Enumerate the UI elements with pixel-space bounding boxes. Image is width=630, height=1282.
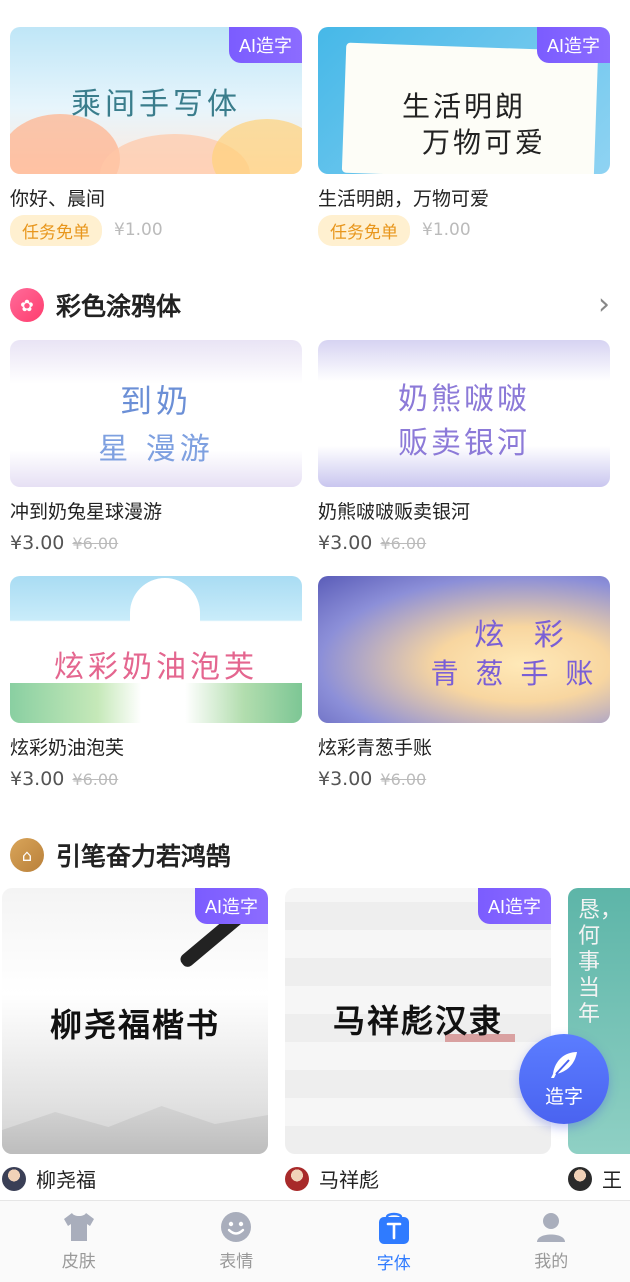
font-preview-text: 恳，何事当年 [578,898,623,1027]
task-free-badge: 任务免单 [318,214,410,246]
ai-tag: AI造字 [194,888,268,924]
font-card[interactable]: 炫 彩 青 葱 手 账 炫彩青葱手账 ¥3.00 ¥6.00 [318,576,610,793]
font-preview: 炫彩奶油泡芙 [10,576,302,723]
section-header-colorful[interactable]: ✿ 彩色涂鸦体 › [10,288,610,322]
author-name: 王 [602,1168,622,1192]
tab-label: 我的 [534,1252,569,1272]
price: ¥3.00 [10,768,65,790]
price: ¥3.00 [10,532,65,554]
font-card[interactable]: 奶熊啵啵 贩卖银河 奶熊啵啵贩卖银河 ¥3.00 ¥6.00 [318,340,610,557]
top-font-grid: 乘间手写体 AI造字 你好、晨间 任务免单 ¥1.00 生活明朗 万物可爱 AI… [10,27,610,246]
feather-icon [551,1051,577,1078]
font-card-bright-life[interactable]: 生活明朗 万物可爱 AI造字 生活明朗，万物可爱 任务免单 ¥1.00 [318,27,610,246]
font-preview-text: 生活明朗 [401,90,526,123]
temple-icon: ⌂ [10,838,44,872]
font-preview: 马祥彪汉隶 AI造字 [285,888,551,1154]
font-preview-text: 柳尧福楷书 [49,1006,220,1044]
section-header-brush[interactable]: ⌂ 引笔奋力若鸿鹄 [10,838,610,872]
chevron-right-icon[interactable]: › [598,290,610,320]
tab-mine[interactable]: 我的 [473,1201,630,1282]
font-preview: 到奶 星 漫游 [10,340,302,487]
author-name: 马祥彪 [319,1168,379,1192]
font-preview-text: 星 漫游 [98,432,214,467]
font-card[interactable]: 到奶 星 漫游 冲到奶兔星球漫游 ¥3.00 ¥6.00 [10,340,302,557]
tab-emoji[interactable]: 表情 [158,1201,316,1282]
avatar [2,1166,26,1191]
font-title: 炫彩奶油泡芙 [10,737,125,759]
font-preview: 炫 彩 青 葱 手 账 [318,576,610,723]
font-preview-text: 马祥彪汉隶 [332,1002,503,1040]
font-preview-text: 奶熊啵啵 [398,382,530,417]
font-title: 奶熊啵啵贩卖银河 [318,501,471,523]
font-card[interactable]: 炫彩奶油泡芙 炫彩奶油泡芙 ¥3.00 ¥6.00 [10,576,302,793]
brush-font-card[interactable]: 马祥彪汉隶 AI造字 马祥彪 [285,888,551,1193]
tab-label: 字体 [376,1254,411,1274]
font-title: 你好、晨间 [10,188,106,210]
tab-label: 皮肤 [61,1252,96,1272]
shirt-icon [63,1213,94,1241]
user-icon [537,1213,566,1242]
price: ¥3.00 [318,768,373,790]
price: ¥1.00 [422,220,471,240]
font-title: 炫彩青葱手账 [318,737,433,759]
font-title: 生活明朗，万物可爱 [318,188,490,210]
font-card-morning[interactable]: 乘间手写体 AI造字 你好、晨间 任务免单 ¥1.00 [10,27,302,246]
font-preview: 柳尧福楷书 AI造字 [2,888,268,1154]
original-price: ¥6.00 [72,769,119,789]
create-font-button[interactable]: 造字 [519,1034,609,1124]
font-preview-text: 万物可爱 [421,126,546,159]
price: ¥1.00 [114,220,163,240]
smiley-icon [221,1212,252,1242]
ai-tag: AI造字 [228,27,302,63]
font-preview: 奶熊啵啵 贩卖银河 [318,340,610,487]
font-preview-text: 贩卖银河 [398,426,530,461]
ai-tag: AI造字 [477,888,551,924]
font-preview-text: 炫彩奶油泡芙 [54,650,258,685]
font-title: 冲到奶兔星球漫游 [10,501,163,523]
fab-label: 造字 [544,1085,583,1108]
font-preview-text: 青 葱 手 账 [430,657,598,690]
avatar [568,1166,592,1191]
section-title: 彩色涂鸦体 [56,292,182,321]
tab-label: 表情 [219,1252,254,1272]
bottom-tab-bar: 皮肤 表情 字体 我的 [0,1200,630,1282]
font-preview-text: 到奶 [119,382,192,420]
price: ¥3.00 [318,532,373,554]
font-preview-text: 炫 彩 [474,618,574,653]
colorful-grid-row-2: 炫彩奶油泡芙 炫彩奶油泡芙 ¥3.00 ¥6.00 炫 彩 青 葱 手 账 炫彩… [10,576,610,793]
font-preview-bright-life: 生活明朗 万物可爱 AI造字 [318,27,610,174]
flower-icon: ✿ [10,288,44,322]
avatar [285,1166,309,1191]
section-title: 引笔奋力若鸿鹄 [56,842,232,871]
ai-tag: AI造字 [536,27,610,63]
colorful-grid-row-1: 到奶 星 漫游 冲到奶兔星球漫游 ¥3.00 ¥6.00 奶熊啵啵 贩卖银河 奶… [10,340,610,557]
task-free-badge: 任务免单 [10,214,102,246]
brush-font-card[interactable]: 柳尧福楷书 AI造字 柳尧福 [2,888,268,1193]
tab-skin[interactable]: 皮肤 [0,1201,158,1282]
original-price: ¥6.00 [72,533,119,553]
font-icon [378,1212,409,1244]
font-preview-text: 乘间手写体 [71,87,241,122]
original-price: ¥6.00 [380,769,427,789]
original-price: ¥6.00 [380,533,427,553]
font-preview-morning: 乘间手写体 AI造字 [10,27,302,174]
tab-font[interactable]: 字体 [315,1201,473,1282]
author-name: 柳尧福 [36,1168,96,1192]
